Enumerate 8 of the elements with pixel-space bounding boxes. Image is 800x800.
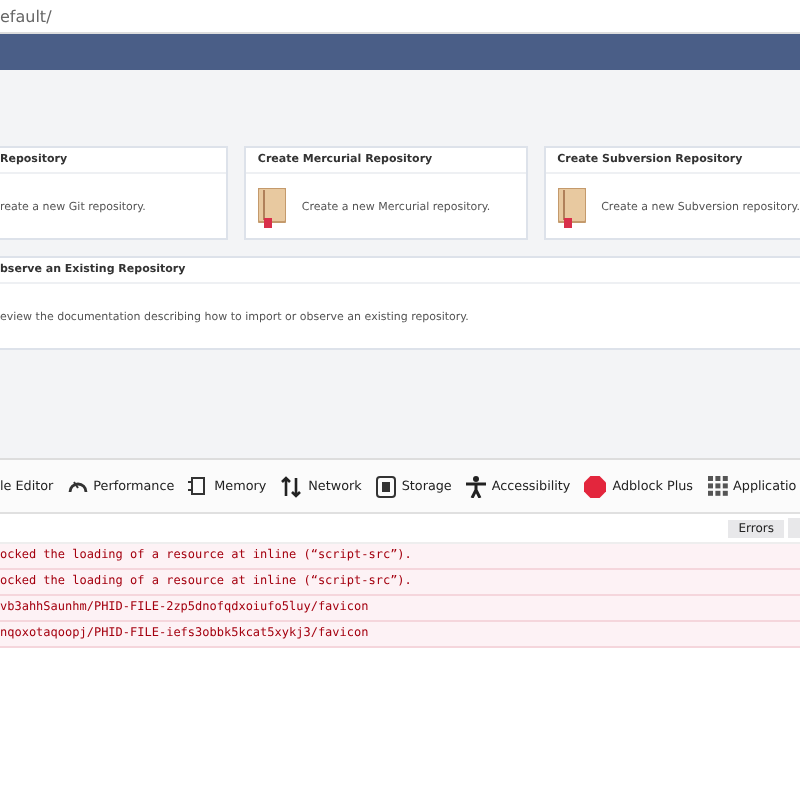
storage-icon bbox=[375, 475, 396, 497]
chip-icon bbox=[188, 476, 209, 496]
arrows-icon bbox=[280, 475, 303, 497]
person-icon bbox=[465, 475, 486, 497]
grid-icon bbox=[707, 476, 728, 496]
address-field[interactable]: efault/ bbox=[0, 7, 52, 25]
stop-sign-icon bbox=[584, 475, 607, 497]
gauge-icon bbox=[67, 476, 88, 496]
